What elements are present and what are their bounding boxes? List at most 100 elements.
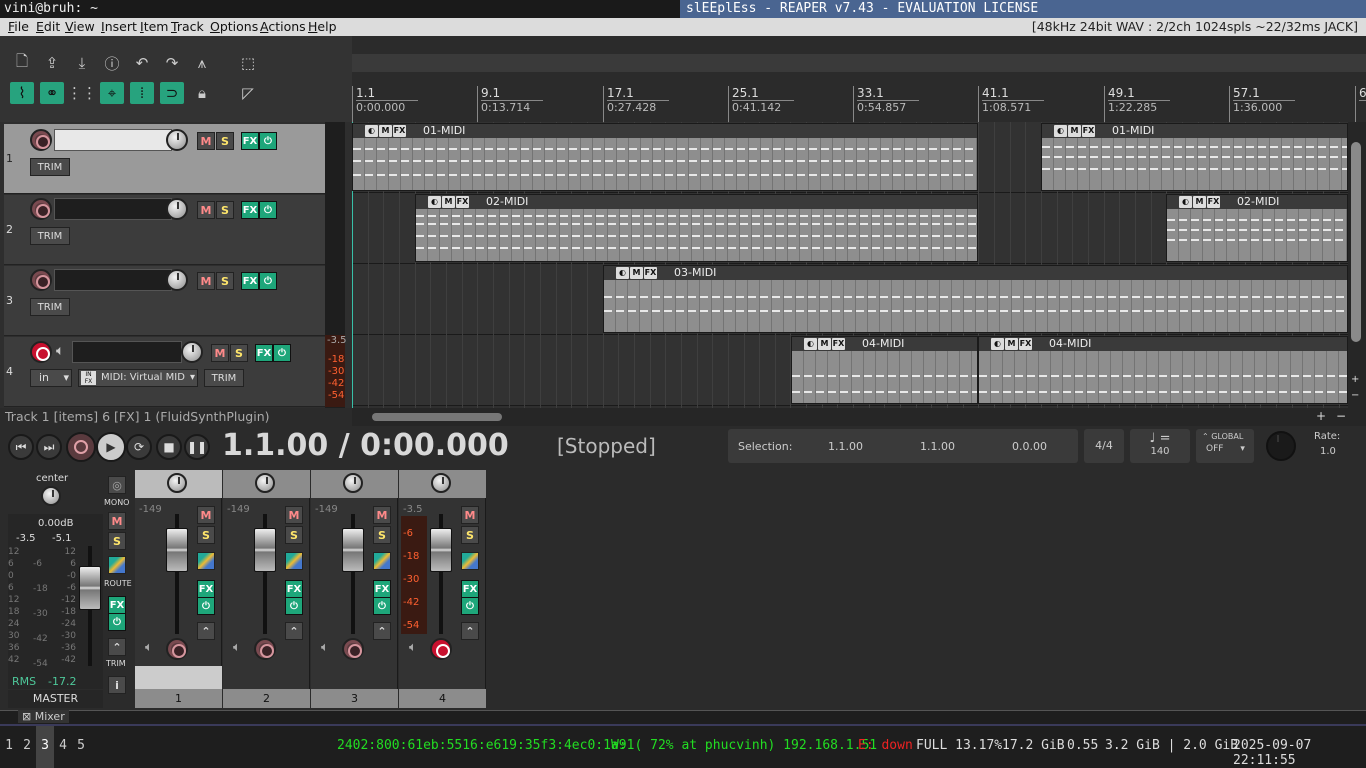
mute-button[interactable]: M xyxy=(197,506,215,524)
volume-fader[interactable] xyxy=(342,528,364,572)
solo-button[interactable]: S xyxy=(230,344,248,362)
menu-options[interactable]: Options xyxy=(210,19,258,34)
info-icon[interactable]: i xyxy=(108,676,126,694)
record-arm-button[interactable] xyxy=(30,341,52,363)
strip-number[interactable]: 3 xyxy=(311,689,398,708)
loop-toggle-icon[interactable]: ⟳ xyxy=(126,434,152,460)
strip-number[interactable]: 2 xyxy=(223,689,310,708)
fx-button[interactable]: FX xyxy=(241,201,259,219)
fx-bypass-icon[interactable]: ⏻ xyxy=(373,597,391,615)
fx-bypass-icon[interactable]: ⏻ xyxy=(259,272,277,290)
pan-knob[interactable] xyxy=(255,473,275,493)
zoom-in-icon[interactable]: + xyxy=(1316,409,1326,423)
mixer-strip-3[interactable]: -149 M S FX ⏻ ⌃ 🔈︎ 3 xyxy=(311,470,398,708)
tempo-display[interactable]: ♩ = 140 xyxy=(1130,429,1190,463)
midi-item[interactable]: 04-MIDI ◐ M FX xyxy=(978,336,1348,404)
track-name-field[interactable] xyxy=(54,198,172,220)
volume-fader[interactable] xyxy=(254,528,276,572)
zoom-in-icon[interactable]: + xyxy=(1351,374,1359,385)
fx-bypass-icon[interactable]: ⏻ xyxy=(108,613,126,631)
solo-button[interactable]: S xyxy=(197,526,215,544)
solo-button[interactable]: S xyxy=(216,201,234,219)
route-icon[interactable] xyxy=(461,552,479,570)
solo-button[interactable]: S xyxy=(216,272,234,290)
trim-icon[interactable]: ⌃ xyxy=(461,622,479,640)
terminal-title[interactable]: vini@bruh: ~ xyxy=(4,1,98,16)
master-fx-button[interactable]: FX xyxy=(108,596,126,614)
grid-snap-icon[interactable]: ⌇ xyxy=(10,82,34,104)
midi-item[interactable]: 02-MIDI ◐ M FX xyxy=(415,194,978,262)
track-1[interactable]: 1 M S FX ⏻ TRIM xyxy=(4,124,325,194)
speaker-icon[interactable]: 🔈︎ xyxy=(145,640,153,655)
midi-input-select[interactable]: IN FX MIDI: Virtual MID ▾ xyxy=(78,369,198,387)
volume-knob[interactable] xyxy=(166,129,188,151)
record-arm-button[interactable] xyxy=(166,638,188,660)
audio-device-status[interactable]: [48kHz 24bit WAV : 2/2ch 1024spls ~22/32… xyxy=(1032,19,1358,34)
menu-insert[interactable]: Insert xyxy=(101,19,137,34)
mixer-strip-2[interactable]: -149 M S FX ⏻ ⌃ 🔈︎ 2 xyxy=(223,470,310,708)
workspace-1[interactable]: 1 xyxy=(0,738,18,753)
scroll-thumb[interactable] xyxy=(1351,142,1361,342)
go-to-end-icon[interactable]: ⏭ xyxy=(36,434,62,460)
midi-item[interactable]: 02-MIDI ◐ M FX xyxy=(1166,194,1348,262)
redo-icon[interactable]: ↷ xyxy=(160,52,184,74)
track-name-field[interactable] xyxy=(54,129,172,151)
loop-icon[interactable]: ⊃ xyxy=(160,82,184,104)
record-arm-button[interactable] xyxy=(30,269,52,291)
menu-track[interactable]: Track xyxy=(171,19,204,34)
fx-bypass-icon[interactable]: ⏻ xyxy=(259,132,277,150)
envelope-icon[interactable]: ◸ xyxy=(236,82,260,104)
track-3[interactable]: 3 M S FX ⏻ TRIM xyxy=(4,266,325,336)
zoom-out-icon[interactable]: − xyxy=(1336,409,1346,423)
region-marker-lane[interactable] xyxy=(352,54,1366,72)
ripple-edit-icon[interactable]: ⌖ xyxy=(100,82,124,104)
menu-view[interactable]: View xyxy=(65,19,95,34)
new-project-icon[interactable]: 🗋 xyxy=(10,52,34,74)
trim-envelope-button[interactable]: TRIM xyxy=(30,227,70,245)
mixer-strip-4[interactable]: -3.5 -6 -18 -30 -42 -54 M S FX ⏻ ⌃ 🔈︎ 4 xyxy=(399,470,486,708)
time-signature[interactable]: 4/4 xyxy=(1084,429,1124,463)
mixer-tab[interactable]: ⊠ Mixer xyxy=(18,710,69,723)
fx-button[interactable]: FX xyxy=(461,580,479,598)
track-name-field[interactable] xyxy=(54,269,172,291)
fx-button[interactable]: FX xyxy=(241,132,259,150)
fx-button[interactable]: FX xyxy=(255,344,273,362)
volume-knob[interactable] xyxy=(181,341,203,363)
volume-fader[interactable] xyxy=(430,528,452,572)
speaker-icon[interactable]: 🔈︎ xyxy=(321,640,329,655)
solo-button[interactable]: S xyxy=(373,526,391,544)
go-to-start-icon[interactable]: ⏮ xyxy=(8,434,34,460)
volume-fader[interactable] xyxy=(166,528,188,572)
record-arm-button[interactable] xyxy=(30,129,52,151)
lock-icon[interactable]: 🔒︎ xyxy=(190,82,214,104)
stop-button[interactable]: ■ xyxy=(156,434,182,460)
pan-knob[interactable] xyxy=(343,473,363,493)
mute-button[interactable]: M xyxy=(373,506,391,524)
horizontal-scrollbar[interactable]: + − xyxy=(352,408,1366,426)
route-icon[interactable] xyxy=(285,552,303,570)
link-icon[interactable]: ⚭ xyxy=(40,82,64,104)
undo-icon[interactable]: ↶ xyxy=(130,52,154,74)
record-button[interactable] xyxy=(66,432,96,462)
speaker-icon[interactable]: 🔈︎ xyxy=(233,640,241,655)
speaker-icon[interactable]: 🔈︎ xyxy=(409,640,417,655)
mute-button[interactable]: M xyxy=(211,344,229,362)
selection-start[interactable]: 1.1.00 xyxy=(828,440,863,453)
pan-knob[interactable] xyxy=(431,473,451,493)
trim-envelope-button[interactable]: TRIM xyxy=(30,158,70,176)
pan-knob[interactable] xyxy=(167,473,187,493)
mixer-strip-1[interactable]: -149 M S FX ⏻ ⌃ 🔈︎ 1 xyxy=(135,470,222,708)
arrange-view[interactable]: 01-MIDI ◐ M FX 01-MIDI ◐ M FX 02-MIDI ◐ M FX 0… xyxy=(352,122,1348,408)
solo-button[interactable]: S xyxy=(216,132,234,150)
fx-button[interactable]: FX xyxy=(241,272,259,290)
menu-edit[interactable]: Edit xyxy=(36,19,60,34)
route-icon[interactable] xyxy=(373,552,391,570)
route-icon[interactable] xyxy=(197,552,215,570)
workspace-4[interactable]: 4 xyxy=(54,738,72,753)
midi-item[interactable]: 01-MIDI ◐ M FX xyxy=(1041,123,1348,191)
mute-button[interactable]: M xyxy=(197,272,215,290)
zoom-out-icon[interactable]: − xyxy=(1351,390,1359,401)
menu-actions[interactable]: Actions xyxy=(260,19,306,34)
timeline-ruler[interactable]: 1.1 0:00.000 9.1 0:13.714 17.1 0:27.428 25.… xyxy=(352,86,1366,122)
master-pan-knob[interactable] xyxy=(41,486,61,506)
